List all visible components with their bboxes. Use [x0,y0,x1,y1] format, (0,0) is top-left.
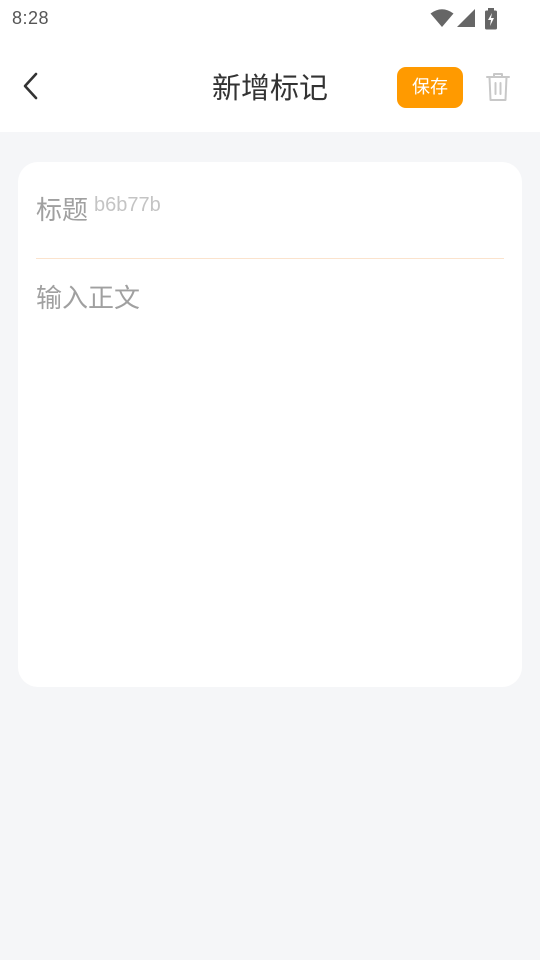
status-bar: 8:28 [0,0,540,38]
trash-icon [486,73,510,101]
battery-charging-icon [485,8,497,30]
chevron-left-icon [23,72,38,100]
delete-button[interactable] [485,72,511,102]
title-input[interactable] [36,190,504,230]
title-divider [36,258,504,259]
status-time: 8:28 [12,8,50,28]
body-input[interactable] [36,280,504,670]
note-card: b6b77b [18,162,522,687]
app-bar: 新增标记 保存 [0,38,540,132]
back-button[interactable] [16,68,48,104]
save-button[interactable]: 保存 [397,67,463,108]
wifi-icon [430,9,454,27]
cellular-signal-icon [457,9,475,27]
